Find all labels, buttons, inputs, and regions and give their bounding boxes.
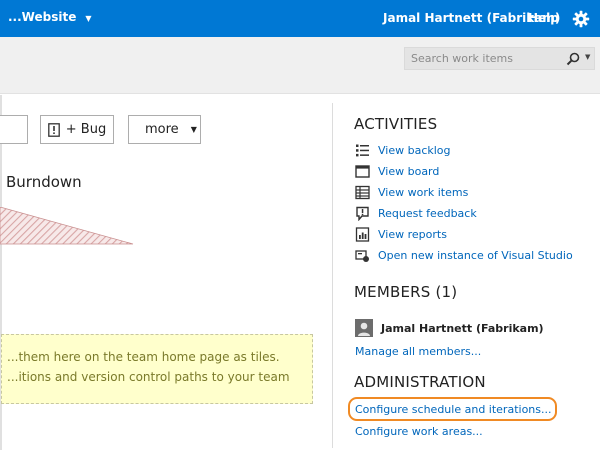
search-icon[interactable]: [566, 52, 580, 66]
activity-label[interactable]: View work items: [378, 186, 468, 199]
board-icon: [355, 164, 370, 178]
add-bug-label: + Bug: [65, 122, 107, 137]
bug-icon: [47, 122, 60, 137]
activity-label[interactable]: Open new instance of Visual Studio: [378, 249, 573, 262]
chevron-down-icon[interactable]: ▼: [85, 14, 91, 23]
top-bar: ...Website ▼ Jamal Hartnett (Fabrikam) H…: [0, 0, 600, 37]
tile-hint-box: ...them here on the team home page as ti…: [1, 334, 313, 404]
visual-studio-icon: [355, 249, 369, 262]
activity-request-feedback[interactable]: Request feedback: [355, 205, 477, 221]
column-divider: [332, 103, 333, 448]
header-strip: ▼: [0, 37, 600, 94]
member-item[interactable]: Jamal Hartnett (Fabrikam): [355, 319, 544, 337]
main-content: + Bug more ▼ Burndown ...them here on th…: [0, 95, 600, 450]
search-input[interactable]: [405, 48, 565, 69]
activity-view-work-items[interactable]: View work items: [355, 184, 468, 200]
help-link[interactable]: Help: [528, 11, 559, 25]
add-bug-button[interactable]: + Bug: [40, 115, 114, 144]
configure-areas-link[interactable]: Configure work areas...: [355, 425, 483, 438]
reports-icon: [355, 226, 370, 242]
new-item-button[interactable]: [0, 115, 28, 144]
avatar: [355, 319, 373, 337]
configure-schedule-link[interactable]: Configure schedule and iterations...: [355, 403, 552, 416]
activity-label[interactable]: View reports: [378, 228, 447, 241]
activity-label[interactable]: View board: [378, 165, 439, 178]
work-items-icon: [355, 185, 370, 199]
tile-hint-line-1: ...them here on the team home page as ti…: [7, 350, 280, 364]
burndown-chart[interactable]: [0, 207, 140, 245]
feedback-icon: [356, 206, 369, 221]
more-button[interactable]: more ▼: [128, 115, 201, 144]
burndown-area: [0, 207, 134, 245]
tile-hint-line-2: ...itions and version control paths to y…: [7, 370, 290, 384]
activity-open-visual-studio[interactable]: Open new instance of Visual Studio: [355, 247, 573, 263]
chevron-down-icon: ▼: [190, 125, 197, 134]
manage-members-link[interactable]: Manage all members...: [355, 345, 481, 358]
activity-label[interactable]: Request feedback: [378, 207, 477, 220]
project-selector[interactable]: ...Website ▼: [8, 10, 92, 24]
search-box[interactable]: ▼: [404, 47, 595, 70]
chevron-down-icon[interactable]: ▼: [585, 53, 590, 61]
backlog-icon: [356, 144, 369, 156]
burndown-title[interactable]: Burndown: [6, 173, 82, 191]
members-heading: MEMBERS (1): [354, 283, 458, 301]
project-name[interactable]: ...Website: [8, 10, 76, 24]
member-name[interactable]: Jamal Hartnett (Fabrikam): [381, 322, 544, 335]
more-label: more: [145, 122, 179, 137]
activity-view-reports[interactable]: View reports: [355, 226, 447, 242]
gear-icon[interactable]: [572, 10, 590, 28]
activities-heading: ACTIVITIES: [354, 115, 438, 133]
activity-view-board[interactable]: View board: [355, 163, 439, 179]
activity-view-backlog[interactable]: View backlog: [355, 142, 451, 158]
administration-heading: ADMINISTRATION: [354, 373, 486, 391]
user-icon: [358, 322, 370, 336]
activity-label[interactable]: View backlog: [378, 144, 451, 157]
